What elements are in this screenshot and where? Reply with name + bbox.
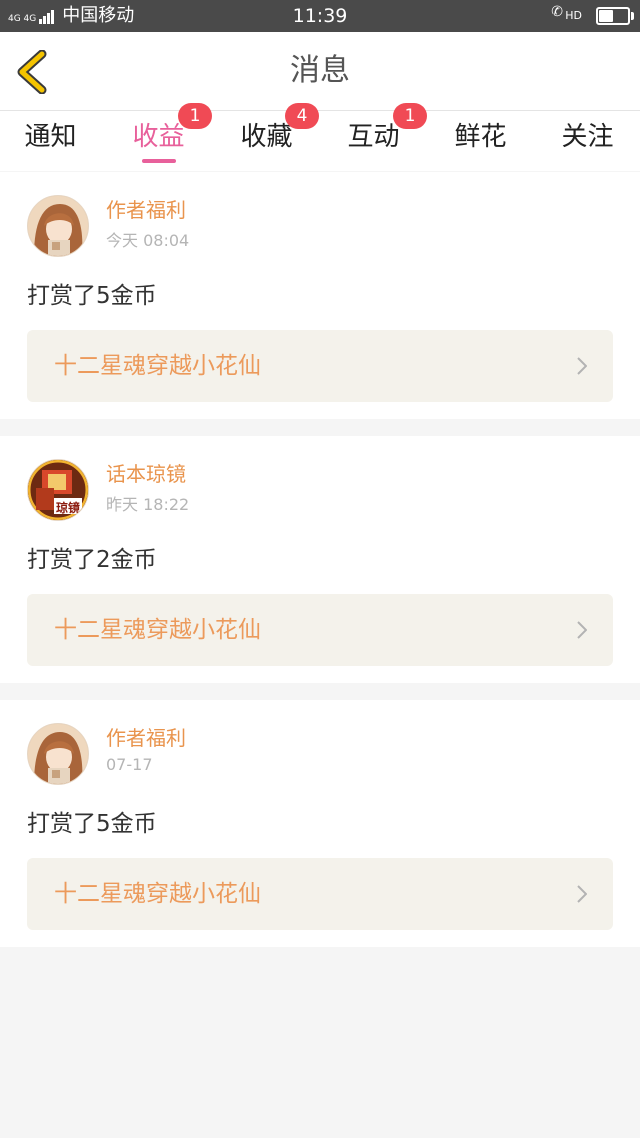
tab-earnings[interactable]: 收益 1 (105, 103, 212, 171)
tab-interactions[interactable]: 互动 1 (320, 103, 427, 171)
battery-icon (596, 7, 634, 25)
book-link[interactable]: 十二星魂穿越小花仙 (27, 858, 613, 930)
tab-follows[interactable]: 关注 (534, 111, 640, 171)
status-time: 11:39 (292, 5, 348, 27)
message-text: 打赏了5金币 (27, 283, 157, 309)
tab-bar: 通知 收益 1 收藏 4 互动 1 鲜花 关注 (0, 103, 640, 171)
book-title: 十二星魂穿越小花仙 (54, 353, 261, 379)
active-tab-indicator (141, 159, 176, 163)
message-card: 琼镜 话本琼镜 昨天 18:22 打赏了2金币 十二星魂穿越小花仙 (0, 436, 640, 683)
avatar[interactable]: 琼镜 (27, 459, 89, 521)
unread-badge: 1 (393, 103, 427, 129)
status-right: HD (551, 0, 634, 32)
nav-bar: 消息 (0, 32, 640, 111)
tab-label: 鲜花 (454, 122, 507, 152)
message-time: 昨天 18:22 (106, 495, 190, 514)
unread-badge: 4 (285, 103, 319, 129)
message-text: 打赏了2金币 (27, 547, 157, 573)
unread-badge: 1 (178, 103, 212, 129)
tab-label: 收藏 (240, 122, 293, 152)
tab-favorites[interactable]: 收藏 4 (213, 103, 320, 171)
book-title: 十二星魂穿越小花仙 (54, 881, 261, 907)
status-bar: 4G 4G 中国移动 11:39 HD (0, 0, 640, 32)
message-time: 07-17 (106, 755, 153, 774)
sender-name[interactable]: 作者福利 (106, 194, 186, 223)
sender-name[interactable]: 话本琼镜 (106, 458, 186, 487)
tab-label: 通知 (24, 122, 77, 152)
avatar-image (28, 724, 88, 784)
book-link[interactable]: 十二星魂穿越小花仙 (27, 594, 613, 666)
book-title: 十二星魂穿越小花仙 (54, 617, 261, 643)
avatar[interactable] (27, 195, 89, 257)
hd-call-icon: HD (551, 0, 582, 32)
message-text: 打赏了5金币 (27, 811, 157, 837)
tab-flowers[interactable]: 鲜花 (427, 111, 534, 171)
book-link[interactable]: 十二星魂穿越小花仙 (27, 330, 613, 402)
avatar-image (28, 196, 88, 256)
message-time: 今天 08:04 (106, 231, 190, 250)
chevron-right-icon (577, 357, 587, 375)
tab-label: 互动 (347, 122, 400, 152)
message-card: 作者福利 07-17 打赏了5金币 十二星魂穿越小花仙 (0, 700, 640, 947)
chevron-right-icon (577, 885, 587, 903)
avatar-label: 琼镜 (56, 501, 81, 515)
tab-notifications[interactable]: 通知 (0, 111, 104, 171)
avatar[interactable] (27, 723, 89, 785)
tab-label: 关注 (561, 122, 614, 152)
sender-name[interactable]: 作者福利 (106, 722, 186, 751)
battery-fill (599, 10, 613, 22)
page-title: 消息 (290, 53, 350, 88)
tab-label: 收益 (132, 122, 185, 152)
chevron-right-icon (577, 621, 587, 639)
message-card: 作者福利 今天 08:04 打赏了5金币 十二星魂穿越小花仙 (0, 172, 640, 419)
